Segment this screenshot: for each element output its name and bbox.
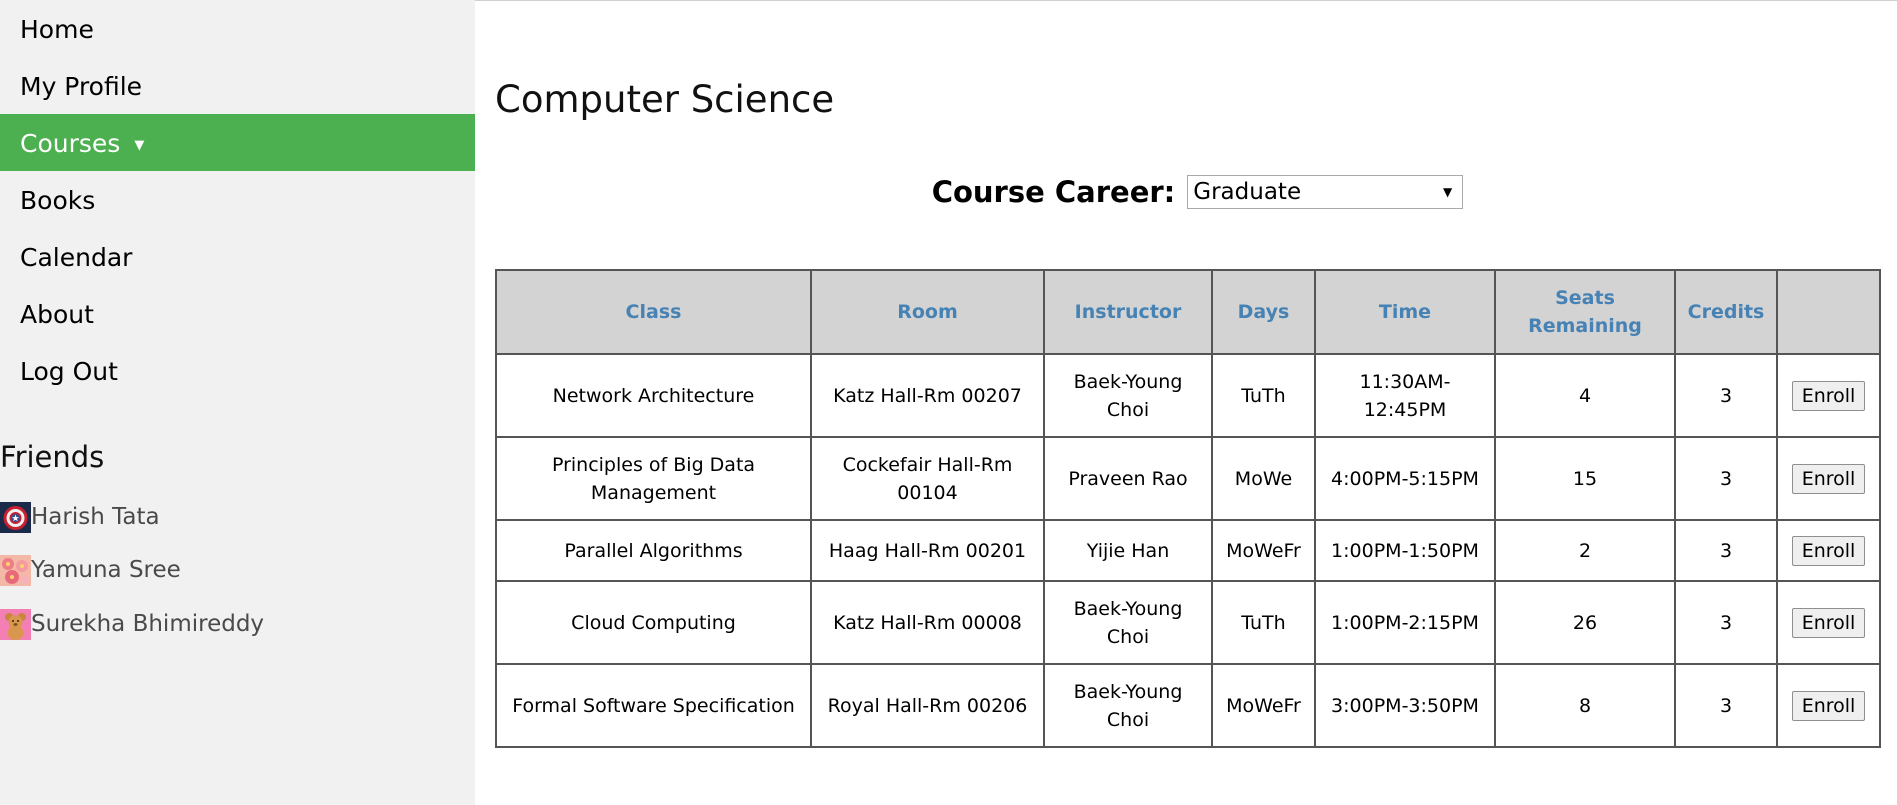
- cell-credits: 3: [1674, 353, 1778, 438]
- cell-time: 11:30AM-12:45PM: [1314, 353, 1496, 438]
- cell-days: TuTh: [1211, 580, 1316, 665]
- dropdown-arrow-icon: ▼: [1443, 185, 1453, 199]
- column-header-credits: Credits: [1674, 269, 1778, 355]
- column-header-instructor: Instructor: [1043, 269, 1213, 355]
- cell-time: 4:00PM-5:15PM: [1314, 436, 1496, 521]
- career-filter: Course Career: Graduate ▼: [495, 174, 1880, 210]
- cell-action: Enroll: [1776, 519, 1881, 582]
- cell-action: Enroll: [1776, 353, 1881, 438]
- page-title: Computer Science: [495, 78, 835, 121]
- career-label: Course Career:: [931, 175, 1176, 209]
- cell-room: Haag Hall-Rm 00201: [810, 519, 1045, 582]
- main-content: Computer Science Course Career: Graduate…: [495, 0, 1881, 805]
- cell-instructor: Baek-Young Choi: [1043, 353, 1213, 438]
- enroll-button[interactable]: Enroll: [1791, 463, 1866, 494]
- table-row: Formal Software Specification Royal Hall…: [495, 663, 1881, 748]
- table-row: Cloud Computing Katz Hall-Rm 00008 Baek-…: [495, 580, 1881, 665]
- cell-class: Principles of Big Data Management: [495, 436, 812, 521]
- column-header-days: Days: [1211, 269, 1316, 355]
- table-row: Network Architecture Katz Hall-Rm 00207 …: [495, 353, 1881, 438]
- table-row: Principles of Big Data Management Cockef…: [495, 436, 1881, 521]
- cell-action: Enroll: [1776, 663, 1881, 748]
- cell-days: MoWeFr: [1211, 519, 1316, 582]
- cell-credits: 3: [1674, 580, 1778, 665]
- friend-item[interactable]: Yamuna Sree: [0, 554, 181, 586]
- cell-class: Cloud Computing: [495, 580, 812, 665]
- cell-days: MoWeFr: [1211, 663, 1316, 748]
- column-header-action: [1776, 269, 1881, 355]
- cell-instructor: Yijie Han: [1043, 519, 1213, 582]
- cell-room: Royal Hall-Rm 00206: [810, 663, 1045, 748]
- cell-instructor: Praveen Rao: [1043, 436, 1213, 521]
- cell-time: 1:00PM-2:15PM: [1314, 580, 1496, 665]
- nav-item-label: About: [20, 300, 94, 329]
- nav-item-calendar[interactable]: Calendar: [0, 228, 475, 285]
- friend-item[interactable]: Surekha Bhimireddy: [0, 608, 264, 640]
- cell-action: Enroll: [1776, 580, 1881, 665]
- cell-room: Cockefair Hall-Rm 00104: [810, 436, 1045, 521]
- flowers-avatar-icon: [0, 554, 31, 586]
- table-header-row: Class Room Instructor Days Time Seats Re…: [495, 269, 1881, 355]
- cell-credits: 3: [1674, 436, 1778, 521]
- cell-instructor: Baek-Young Choi: [1043, 580, 1213, 665]
- sidebar-nav: Home My Profile Courses ▼ Books Calendar …: [0, 0, 475, 399]
- column-header-seats-remaining: Seats Remaining: [1494, 269, 1676, 355]
- teddy-bear-avatar-icon: [0, 608, 31, 640]
- cell-seats: 15: [1494, 436, 1676, 521]
- nav-item-log-out[interactable]: Log Out: [0, 342, 475, 399]
- nav-item-label: Home: [20, 15, 94, 44]
- column-header-time: Time: [1314, 269, 1496, 355]
- column-header-room: Room: [810, 269, 1045, 355]
- cell-credits: 3: [1674, 519, 1778, 582]
- enroll-button[interactable]: Enroll: [1791, 607, 1866, 638]
- cell-seats: 8: [1494, 663, 1676, 748]
- nav-item-label: Calendar: [20, 243, 133, 272]
- friend-name: Harish Tata: [31, 504, 160, 530]
- cell-seats: 4: [1494, 353, 1676, 438]
- cell-class: Parallel Algorithms: [495, 519, 812, 582]
- cell-instructor: Baek-Young Choi: [1043, 663, 1213, 748]
- cell-time: 1:00PM-1:50PM: [1314, 519, 1496, 582]
- friend-name: Surekha Bhimireddy: [31, 611, 265, 637]
- cell-time: 3:00PM-3:50PM: [1314, 663, 1496, 748]
- nav-item-about[interactable]: About: [0, 285, 475, 342]
- cell-room: Katz Hall-Rm 00207: [810, 353, 1045, 438]
- nav-item-home[interactable]: Home: [0, 0, 475, 57]
- friend-item[interactable]: Harish Tata: [0, 501, 160, 533]
- enroll-button[interactable]: Enroll: [1791, 380, 1866, 411]
- caret-down-icon: ▼: [134, 138, 145, 153]
- cell-seats: 2: [1494, 519, 1676, 582]
- courses-table: Class Room Instructor Days Time Seats Re…: [495, 269, 1881, 748]
- cell-class: Formal Software Specification: [495, 663, 812, 748]
- enroll-button[interactable]: Enroll: [1791, 690, 1866, 721]
- nav-item-courses[interactable]: Courses ▼: [0, 114, 475, 171]
- cell-class: Network Architecture: [495, 353, 812, 438]
- friend-name: Yamuna Sree: [31, 557, 181, 583]
- sidebar: Home My Profile Courses ▼ Books Calendar …: [0, 0, 475, 805]
- cell-credits: 3: [1674, 663, 1778, 748]
- enroll-button[interactable]: Enroll: [1791, 535, 1866, 566]
- nav-item-label: My Profile: [20, 72, 143, 101]
- cell-days: MoWe: [1211, 436, 1316, 521]
- career-select-value: Graduate: [1193, 179, 1302, 205]
- column-header-class: Class: [495, 269, 812, 355]
- shield-avatar-icon: [0, 501, 31, 533]
- cell-days: TuTh: [1211, 353, 1316, 438]
- table-row: Parallel Algorithms Haag Hall-Rm 00201 Y…: [495, 519, 1881, 582]
- cell-seats: 26: [1494, 580, 1676, 665]
- cell-room: Katz Hall-Rm 00008: [810, 580, 1045, 665]
- nav-item-books[interactable]: Books: [0, 171, 475, 228]
- nav-item-my-profile[interactable]: My Profile: [0, 57, 475, 114]
- cell-action: Enroll: [1776, 436, 1881, 521]
- nav-item-label: Courses: [20, 129, 121, 158]
- nav-item-label: Books: [20, 186, 96, 215]
- friends-heading: Friends: [0, 440, 105, 474]
- nav-item-label: Log Out: [20, 357, 118, 386]
- career-select[interactable]: Graduate ▼: [1187, 175, 1464, 209]
